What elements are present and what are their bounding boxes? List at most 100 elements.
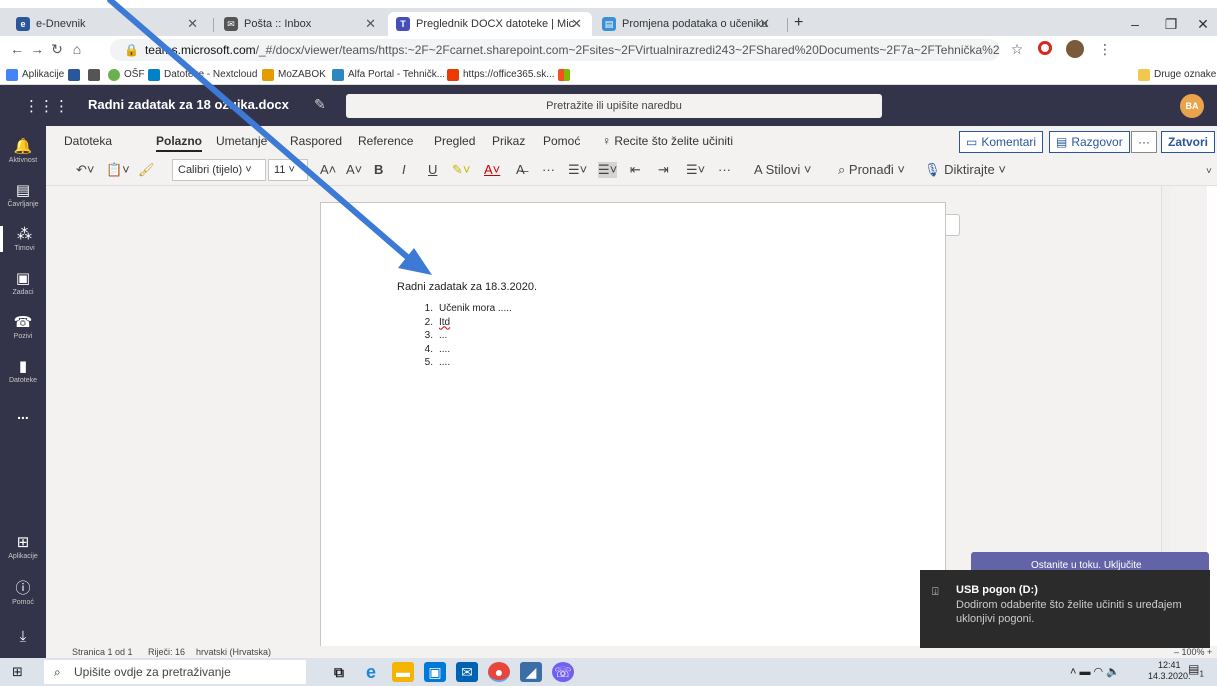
rail-item-assignments[interactable]: ▣ Zadaci [0,270,46,296]
bookmark-mail[interactable] [88,67,104,82]
font-color-icon[interactable]: A˅ [484,162,500,177]
mail-app-icon[interactable]: ✉ [456,662,478,682]
comments-button[interactable]: ▭ Komentari [959,131,1044,153]
home-icon[interactable]: ⌂ [68,41,86,57]
increase-indent-icon[interactable]: ⇥ [658,162,669,178]
task-view-icon[interactable]: ⧉ [328,662,350,682]
new-tab-button[interactable]: + [794,14,803,32]
close-icon[interactable]: ✕ [365,16,376,32]
command-search-input[interactable]: Pretražite ili upišite naredbu [346,94,882,118]
action-center-icon[interactable]: ▤1 [1186,662,1206,682]
tell-me-search[interactable]: ♀ Recite što želite učiniti [602,134,733,148]
tab-insert[interactable]: Umetanje [216,134,267,148]
align-icon[interactable]: ☰˅ [686,162,705,178]
taskbar-search-input[interactable]: ⌕ Upišite ovdje za pretraživanje [44,660,306,684]
tab-help[interactable]: Pomoć [543,134,580,148]
tab-ucenik[interactable]: ▤ Promjena podataka o učeniku ✕ [594,12,780,36]
tab-file[interactable]: Datoteka [64,134,112,148]
close-button[interactable]: Zatvori [1161,131,1216,153]
rail-item-activity[interactable]: 🔔 Aktivnost [0,138,46,164]
conversation-button[interactable]: ▤ Razgovor [1049,131,1130,153]
chrome-icon[interactable]: ● [488,662,510,682]
windows-start-icon[interactable]: ⊞ [12,664,23,680]
opera-icon[interactable] [1038,41,1052,55]
avatar[interactable]: BA [1180,94,1204,118]
numbering-icon[interactable]: ☰˅ [598,162,618,178]
minimize-button[interactable]: – [1120,16,1150,32]
usb-notification[interactable]: ⍗ USB pogon (D:) Dodirom odaberite što ž… [920,570,1210,648]
find-button[interactable]: ⌕ Pronađi ˅ [838,162,905,178]
rail-item-help[interactable]: ⓘ Pomoć [0,580,46,606]
rail-item-chat[interactable]: ▤ Čavrljanje [0,182,46,208]
download-icon[interactable]: ⤓ [0,628,46,646]
bookmark-windows[interactable] [558,67,574,82]
decrease-indent-icon[interactable]: ⇤ [630,162,641,178]
edge-icon[interactable]: e [360,662,382,682]
more-options-button[interactable]: ··· [1131,131,1157,153]
rail-more-button[interactable]: ... [0,406,46,422]
tab-mail[interactable]: ✉ Pošta :: Inbox ✕ [216,12,386,36]
highlight-icon[interactable]: ✎˅ [452,162,470,178]
language-indicator[interactable]: hrvatski (Hrvatska) [196,647,271,657]
profile-icon[interactable] [1066,40,1084,58]
font-size-select[interactable]: 11 ˅ [268,159,308,181]
shrink-font-icon[interactable]: A˅ [346,162,362,177]
font-family-select[interactable]: Calibri (tijelo) ˅ [172,159,266,181]
format-painter-icon[interactable]: 🖌 [138,162,155,178]
tab-teams-docx[interactable]: T Preglednik DOCX datoteke | Mic ✕ [388,12,592,36]
tab-references[interactable]: Reference [358,134,413,148]
bookmark-edn[interactable] [68,67,84,82]
close-icon[interactable]: ✕ [187,16,198,32]
forward-icon[interactable]: → [28,41,46,57]
maximize-button[interactable]: ❐ [1156,16,1186,33]
more-paragraph-icon[interactable]: ··· [718,162,731,177]
undo-icon[interactable]: ↶˅ [76,162,94,178]
rail-item-calls[interactable]: ☎ Pozivi [0,314,46,340]
star-icon[interactable]: ☆ [1008,41,1026,58]
styles-button[interactable]: A Stilovi ˅ [754,162,812,177]
bookmark-osf[interactable]: OŠF [108,67,145,82]
explorer-icon[interactable]: ▬ [392,662,414,682]
close-icon[interactable]: ✕ [759,16,770,32]
viber-icon[interactable]: ☏ [552,662,574,682]
tab-edn[interactable]: e e-Dnevnik ✕ [8,12,208,36]
bookmark-nextcloud[interactable]: Datoteke - Nextcloud [148,67,257,82]
more-font-icon[interactable]: ··· [542,162,555,177]
bookmark-apps[interactable]: Aplikacije [6,67,64,82]
clock[interactable]: 12:41 14.3.2020. [1148,660,1191,682]
clear-format-icon[interactable]: A̶ [516,162,525,177]
app-launcher-icon[interactable]: ⋮⋮⋮ [24,97,69,115]
tab-home[interactable]: Polazno [156,134,203,152]
store-icon[interactable]: ▣ [424,662,446,682]
close-icon[interactable]: ✕ [571,16,582,32]
close-window-button[interactable]: ✕ [1188,16,1217,33]
menu-dots-icon[interactable]: ⋮ [1096,41,1114,58]
back-icon[interactable]: ← [8,41,26,57]
zoom-level[interactable]: – 100% + [1174,647,1212,657]
url-field[interactable]: 🔒 teams.microsoft.com/_#/docx/viewer/team… [110,39,1000,61]
rail-item-teams[interactable]: ⁂ Timovi [0,226,46,252]
ribbon-expand-icon[interactable]: ˅ [1206,166,1212,177]
tab-layout[interactable]: Raspored [290,134,342,148]
italic-icon[interactable]: I [402,162,406,177]
rail-item-files[interactable]: ▮ Datoteke [0,358,46,384]
bold-icon[interactable]: B [374,162,383,177]
underline-icon[interactable]: U [428,162,437,177]
edit-icon[interactable]: ✎ [314,96,326,113]
tab-view[interactable]: Prikaz [492,134,525,148]
app-icon[interactable]: ◢ [520,662,542,682]
system-tray-icons[interactable]: ˄ ▬ ◠ 🔈 [1070,665,1120,678]
bookmark-mozabok[interactable]: MoZABOK [262,67,326,82]
rail-item-apps[interactable]: ⊞ Aplikacije [0,534,46,560]
comment-margin-tab[interactable] [946,214,960,236]
document-page[interactable]: Radni zadatak za 18.3.2020. 1. Učenik mor… [320,202,946,652]
clipboard-icon[interactable]: 📋˅ [106,162,130,178]
bookmark-other[interactable]: Druge oznake [1138,67,1216,82]
bullets-icon[interactable]: ☰˅ [568,162,587,178]
grow-font-icon[interactable]: A˄ [320,162,336,177]
dictate-button[interactable]: 🎙 Diktirajte ˅ [924,162,1006,178]
reload-icon[interactable]: ↻ [48,41,66,58]
bookmark-office365[interactable]: https://office365.sk... [447,67,555,82]
tab-review[interactable]: Pregled [434,134,475,148]
bookmark-alfa[interactable]: Alfa Portal - Tehničk... [332,67,445,82]
